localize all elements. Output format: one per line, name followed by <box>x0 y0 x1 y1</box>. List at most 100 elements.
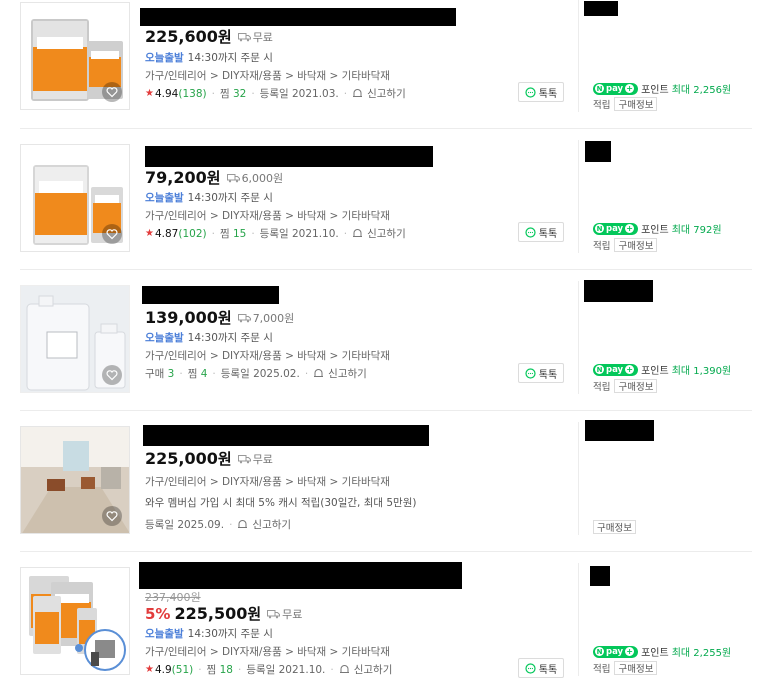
category-path[interactable]: 가구/인테리어 > DIY자재/용품 > 바닥재 > 기타바닥재 <box>145 644 390 659</box>
store-tags: 구매정보 <box>593 520 636 534</box>
shipping-info: 무료 <box>237 451 273 467</box>
category-path[interactable]: 가구/인테리어 > DIY자재/용품 > 바닥재 > 기타바닥재 <box>145 348 390 363</box>
truck-icon <box>226 174 240 183</box>
report-bell-icon <box>339 665 349 673</box>
redacted-product-title[interactable] <box>142 286 279 304</box>
review-count[interactable]: (138) <box>178 88 206 100</box>
purchase-info-tag[interactable]: 구매정보 <box>614 379 658 393</box>
truck-icon <box>237 314 251 323</box>
price-row: 225,000원 무료 <box>145 448 273 469</box>
category-path[interactable]: 가구/인테리어 > DIY자재/용품 > 바닥재 > 기타바닥재 <box>145 208 390 223</box>
npay-plus-badge: Npay + <box>593 82 639 95</box>
shipping-info: 무료 <box>237 29 273 45</box>
category-path[interactable]: 가구/인테리어 > DIY자재/용품 > 바닥재 > 기타바닥재 <box>145 68 390 83</box>
product-item-5: 237,400원 5% 225,500원 무료 오늘출발 14:30까지 주문 시… <box>0 551 768 679</box>
product-item-4: 225,000원 무료 가구/인테리어 > DIY자재/용품 > 바닥재 > 기… <box>0 410 768 551</box>
review-count[interactable]: (51) <box>172 664 194 676</box>
wishlist-heart-icon[interactable] <box>102 224 122 244</box>
price: 225,500원 <box>174 604 262 623</box>
redacted-product-title[interactable] <box>140 8 456 26</box>
redacted-store-name[interactable] <box>584 280 653 302</box>
redacted-store-name[interactable] <box>590 566 610 586</box>
npay-plus-badge: Npay + <box>593 363 639 376</box>
redacted-store-name[interactable] <box>584 1 618 16</box>
report-bell-icon <box>353 229 363 237</box>
store-tags: 적립 구매정보 <box>593 97 658 111</box>
truck-icon <box>267 610 281 619</box>
product-meta: 구매 3 · 찜 4 · 등록일 2025.02. · 신고하기 <box>145 366 367 381</box>
talktalk-button[interactable]: 톡톡 <box>518 363 564 383</box>
product-thumbnail[interactable] <box>20 426 130 534</box>
truck-icon <box>237 455 251 464</box>
product-item-1: 225,600원 무료 오늘출발 14:30까지 주문 시 가구/인테리어 > D… <box>0 0 768 128</box>
star-icon: ★ <box>145 664 154 675</box>
report-link[interactable]: 신고하기 <box>252 517 291 532</box>
purchase-info-tag[interactable]: 구매정보 <box>614 97 658 111</box>
chat-bubble-icon <box>525 662 536 674</box>
shipping-info: 무료 <box>267 606 302 622</box>
wishlist-heart-icon[interactable] <box>102 506 122 526</box>
product-item-2: 79,200원 6,000원 오늘출발 14:30까지 주문 시 가구/인테리어 … <box>0 128 768 269</box>
product-meta: ★ 4.87 (102) · 찜 15 · 등록일 2021.10. · 신고하… <box>145 226 406 241</box>
store-tags: 적립 구매정보 <box>593 661 658 675</box>
price-row: 225,600원 무료 <box>145 26 273 47</box>
report-bell-icon <box>353 89 363 97</box>
today-shipping: 오늘출발 14:30까지 주문 시 <box>145 628 273 640</box>
npay-plus-badge: Npay + <box>593 645 639 658</box>
chat-bubble-icon <box>525 86 536 98</box>
report-bell-icon <box>238 520 248 528</box>
price-row: 139,000원 7,000원 <box>145 307 294 328</box>
redacted-product-title[interactable] <box>145 146 433 167</box>
wishlist-heart-icon[interactable] <box>102 365 122 385</box>
price-row: 5% 225,500원 무료 <box>145 603 302 624</box>
report-link[interactable]: 신고하기 <box>367 86 406 101</box>
npay-plus-badge: Npay + <box>593 222 639 235</box>
purchase-info-tag[interactable]: 구매정보 <box>593 520 636 534</box>
report-link[interactable]: 신고하기 <box>367 226 406 241</box>
chat-bubble-icon <box>525 226 536 238</box>
truck-icon <box>237 33 251 42</box>
today-shipping: 오늘출발 14:30까지 주문 시 <box>145 52 273 64</box>
chat-bubble-icon <box>525 367 536 379</box>
report-link[interactable]: 신고하기 <box>328 366 367 381</box>
store-tags: 적립 구매정보 <box>593 379 658 393</box>
today-shipping: 오늘출발 14:30까지 주문 시 <box>145 332 273 344</box>
category-path[interactable]: 가구/인테리어 > DIY자재/용품 > 바닥재 > 기타바닥재 <box>145 474 390 489</box>
product-thumbnail[interactable] <box>20 285 130 393</box>
product-thumbnail[interactable] <box>20 144 130 252</box>
wishlist-heart-icon[interactable] <box>102 82 122 102</box>
npay-point: Npay + 포인트 최대 2,256원 <box>593 81 731 96</box>
product-meta: 등록일 2025.09. · 신고하기 <box>145 517 292 532</box>
redacted-store-name[interactable] <box>585 141 611 162</box>
membership-benefit: 와우 멤버십 가입 시 최대 5% 캐시 적립(30일간, 최대 5만원) <box>145 497 417 509</box>
star-icon: ★ <box>145 88 154 99</box>
npay-point: Npay + 포인트 최대 2,255원 <box>593 644 731 659</box>
price: 225,000원 <box>145 449 232 468</box>
shipping-info: 7,000원 <box>237 310 294 326</box>
report-bell-icon <box>314 369 324 377</box>
star-icon: ★ <box>145 228 154 239</box>
product-thumbnail[interactable] <box>20 567 130 675</box>
redacted-product-title[interactable] <box>139 562 462 589</box>
purchase-info-tag[interactable]: 구매정보 <box>614 661 658 675</box>
talktalk-button[interactable]: 톡톡 <box>518 658 564 678</box>
npay-point: Npay + 포인트 최대 1,390원 <box>593 362 731 377</box>
talktalk-button[interactable]: 톡톡 <box>518 82 564 102</box>
talktalk-button[interactable]: 톡톡 <box>518 222 564 242</box>
today-shipping: 오늘출발 14:30까지 주문 시 <box>145 192 273 204</box>
shipping-info: 6,000원 <box>226 170 283 186</box>
redacted-product-title[interactable] <box>143 425 429 446</box>
purchase-info-tag[interactable]: 구매정보 <box>614 238 658 252</box>
discount-rate: 5% <box>145 605 171 623</box>
price: 139,000원 <box>145 308 232 327</box>
npay-point: Npay + 포인트 최대 792원 <box>593 221 722 236</box>
price: 225,600원 <box>145 27 232 46</box>
product-thumbnail[interactable] <box>20 2 130 110</box>
product-meta: ★ 4.9 (51) · 찜 18 · 등록일 2021.10. · 신고하기 <box>145 662 393 677</box>
review-count[interactable]: (102) <box>178 228 206 240</box>
redacted-store-name[interactable] <box>585 420 654 441</box>
store-tags: 적립 구매정보 <box>593 238 658 252</box>
report-link[interactable]: 신고하기 <box>354 662 393 677</box>
price-row: 79,200원 6,000원 <box>145 167 283 188</box>
product-meta: ★ 4.94 (138) · 찜 32 · 등록일 2021.03. · 신고하… <box>145 86 406 101</box>
